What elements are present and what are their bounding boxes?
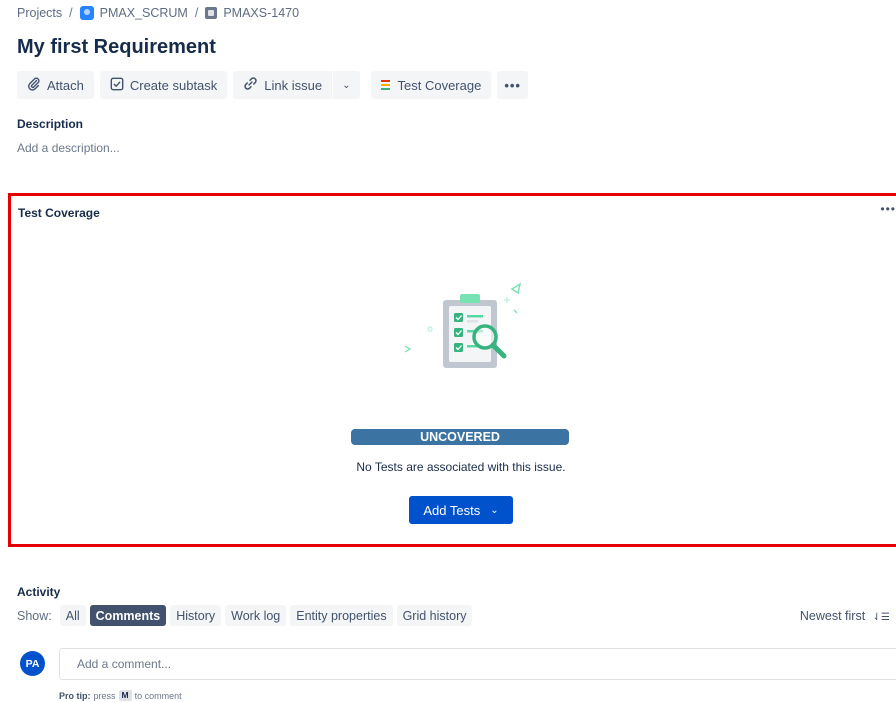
test-coverage-panel: Test Coverage ••• UNCOVERED No Tests are… (8, 193, 896, 547)
pro-tip-prefix: Pro tip: (59, 690, 91, 701)
sort-order-button[interactable]: Newest first ⇃☰ (800, 609, 890, 623)
breadcrumb-issue[interactable]: PMAXS-1470 (205, 6, 299, 20)
filter-history[interactable]: History (170, 605, 222, 626)
project-avatar-icon (79, 6, 94, 20)
add-tests-button[interactable]: Add Tests ⌄ (409, 496, 513, 524)
link-issue-label: Link issue (264, 77, 323, 93)
link-issue-dropdown[interactable]: ⌄ (333, 71, 360, 99)
pro-tip-suffix: to comment (134, 690, 182, 701)
filter-comments[interactable]: Comments (89, 605, 167, 626)
breadcrumb: Projects / PMAX_SCRUM / PMAXS-1470 (17, 6, 299, 20)
comment-input[interactable]: Add a comment... (59, 648, 896, 680)
coverage-status-badge: UNCOVERED (351, 429, 569, 445)
breadcrumb-separator: / (194, 6, 199, 20)
activity-filters: Show: All Comments History Work log Enti… (17, 605, 476, 626)
panel-more-button[interactable]: ••• (880, 202, 896, 216)
issue-type-icon (205, 7, 218, 19)
pro-tip-press: press (93, 690, 116, 701)
avatar: PA (20, 651, 45, 676)
test-coverage-title: Test Coverage (18, 206, 100, 220)
breadcrumb-project-label: PMAX_SCRUM (99, 6, 188, 20)
attach-button[interactable]: Attach (17, 71, 94, 99)
attach-label: Attach (47, 77, 84, 93)
no-tests-message: No Tests are associated with this issue. (356, 460, 566, 474)
description-label: Description (17, 117, 84, 131)
filter-grid-history[interactable]: Grid history (396, 605, 473, 626)
coverage-bars-icon (380, 79, 390, 91)
breadcrumb-issue-label: PMAXS-1470 (223, 6, 300, 20)
more-actions-button[interactable]: ••• (497, 71, 528, 99)
breadcrumb-project[interactable]: PMAX_SCRUM (79, 6, 188, 20)
clipboard-search-illustration (396, 276, 526, 391)
issue-title[interactable]: My first Requirement (17, 36, 216, 59)
filter-all[interactable]: All (59, 605, 86, 626)
filter-entity-properties[interactable]: Entity properties (290, 605, 393, 626)
filter-work-log[interactable]: Work log (225, 605, 287, 626)
issue-view: Projects / PMAX_SCRUM / PMAXS-1470 My fi… (0, 0, 896, 702)
checkbox-icon (110, 77, 124, 94)
add-tests-label: Add Tests (423, 502, 481, 518)
chevron-down-icon: ⌄ (342, 79, 351, 91)
activity-heading: Activity (17, 585, 61, 599)
show-label: Show: (17, 608, 52, 623)
test-coverage-button[interactable]: Test Coverage (370, 71, 492, 99)
create-subtask-button[interactable]: Create subtask (99, 71, 228, 99)
test-coverage-label: Test Coverage (397, 77, 482, 93)
sort-icon: ⇃☰ (872, 612, 890, 623)
breadcrumb-separator: / (69, 6, 73, 20)
pro-tip: Pro tip: press M to comment (59, 690, 182, 701)
create-subtask-label: Create subtask (129, 77, 218, 93)
issue-toolbar: Attach Create subtask Link issue ⌄ Test … (17, 71, 534, 99)
link-issue-button[interactable]: Link issue (233, 71, 333, 99)
breadcrumb-projects[interactable]: Projects (17, 6, 62, 20)
shortcut-key: M (118, 690, 132, 701)
link-icon (243, 76, 258, 94)
paperclip-icon (27, 77, 41, 94)
chevron-down-icon: ⌄ (490, 504, 499, 516)
sort-label: Newest first (799, 609, 866, 623)
description-field[interactable]: Add a description... (17, 141, 120, 155)
